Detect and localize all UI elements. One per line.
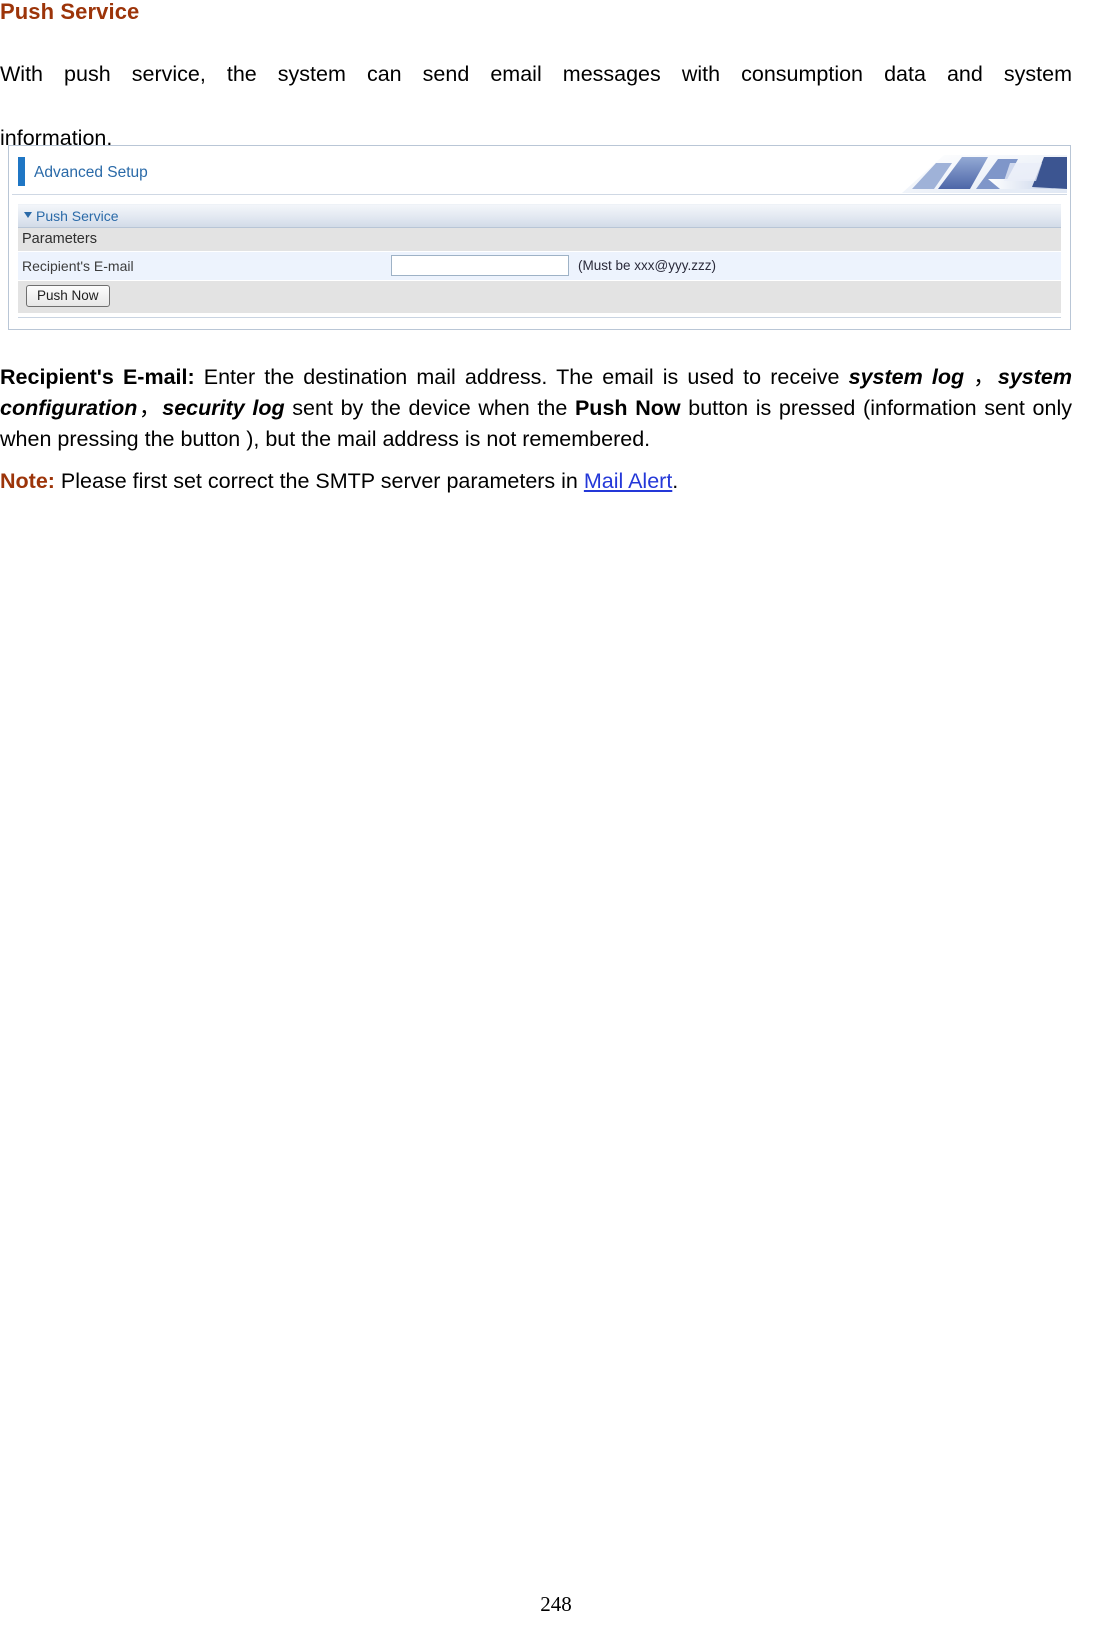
caret-down-icon [24,212,32,218]
email-format-hint: (Must be xxx@yyy.zzz) [578,258,716,273]
note-label: Note: [0,469,55,493]
table-row-recipient-email: Recipient's E-mail (Must be xxx@yyy.zzz) [18,252,1061,281]
panel-bottom-strip [18,317,1061,324]
document-page: Push Service With push service, the syst… [0,0,1112,1630]
description-seg-1: Enter the destination mail address. The … [194,365,849,389]
push-now-button[interactable]: Push Now [26,285,110,307]
section-title: Push Service [36,208,119,224]
description-term: Recipient's E-mail: [0,365,195,389]
recipient-email-input[interactable] [391,255,569,276]
router-ui-inner: Advanced Setup Push Service Parameters R… [12,149,1067,326]
parameters-table: Parameters Recipient's E-mail (Must be x… [18,228,1061,313]
intro-paragraph: With push service, the system can send e… [0,58,1072,154]
description-em-security-log: security log [162,396,285,420]
recipient-email-label: Recipient's E-mail [22,258,134,274]
note-paragraph: Note: Please first set correct the SMTP … [0,466,1072,497]
note-text-before: Please first set correct the SMTP server… [54,469,584,493]
page-number: 248 [540,1592,572,1616]
note-text-after: . [672,469,679,493]
table-row-actions: Push Now [18,281,1061,313]
description-em-push-now: Push Now [574,396,681,420]
header-title: Advanced Setup [34,164,148,181]
parameters-label: Parameters [22,231,97,247]
table-row-parameters-header: Parameters [18,228,1061,252]
description-comma-1: ， [964,365,998,389]
recipient-email-description: Recipient's E-mail: Enter the destinatio… [0,362,1072,455]
push-service-section-bar[interactable]: Push Service [18,204,1061,228]
header-accent-bar [18,157,25,186]
intro-line-1: With push service, the system can send e… [0,62,1072,86]
description-em-system-log: system log [848,365,965,389]
mail-alert-link[interactable]: Mail Alert [584,469,672,493]
description-comma-2: ， [137,396,163,420]
description-seg-2: sent by the device when the [284,396,575,420]
router-ui-header: Advanced Setup [12,149,1067,195]
page-title: Push Service [0,0,140,24]
computers-banner-image [892,149,1067,193]
router-ui-screenshot: Advanced Setup Push Service Parameters R… [8,145,1071,330]
